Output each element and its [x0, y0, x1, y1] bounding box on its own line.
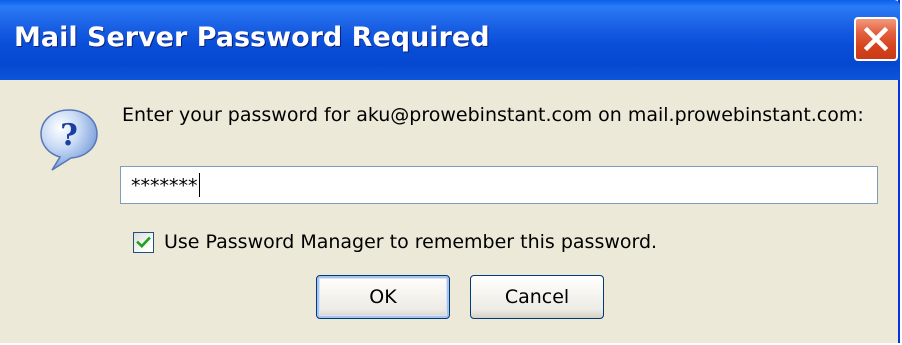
remember-password-checkbox[interactable]	[133, 232, 154, 253]
password-field[interactable]: *******	[120, 166, 878, 204]
close-button[interactable]	[854, 17, 898, 61]
svg-text:?: ?	[60, 118, 78, 153]
title-bar[interactable]: Mail Server Password Required	[0, 0, 900, 80]
password-dialog: Mail Server Password Required ? Enter yo…	[0, 0, 900, 343]
text-caret	[198, 173, 200, 197]
checkmark-icon	[136, 236, 151, 249]
dialog-title: Mail Server Password Required	[14, 22, 490, 53]
cancel-button[interactable]: Cancel	[470, 275, 604, 319]
dialog-body: ? Enter your password for aku@prowebinst…	[0, 80, 900, 343]
question-icon: ?	[38, 107, 100, 173]
password-prompt: Enter your password for aku@prowebinstan…	[122, 104, 864, 126]
close-icon	[863, 26, 889, 52]
remember-password-label[interactable]: Use Password Manager to remember this pa…	[164, 231, 657, 253]
ok-button[interactable]: OK	[316, 275, 450, 319]
password-value: *******	[131, 175, 198, 197]
